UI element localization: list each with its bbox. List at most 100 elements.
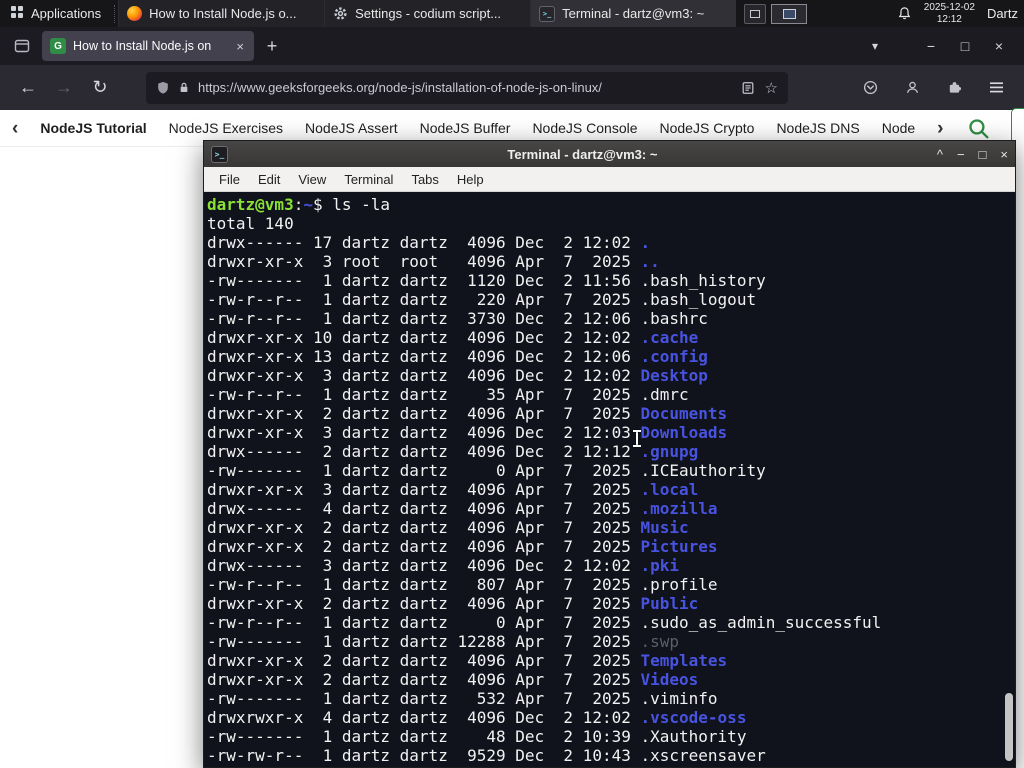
menu-tabs[interactable]: Tabs xyxy=(402,172,447,187)
terminal-listing-line: -rw-r--r-- 1 dartz dartz 35 Apr 7 2025 .… xyxy=(207,385,689,404)
notification-bell-icon[interactable] xyxy=(897,6,912,21)
terminal-listing-line: drwxr-xr-x 2 dartz dartz 4096 Apr 7 2025… xyxy=(207,651,728,670)
firefox-view-icon xyxy=(14,39,30,53)
tab-title: How to Install Node.js on xyxy=(73,39,212,53)
terminal-listing-line: -rw-r--r-- 1 dartz dartz 807 Apr 7 2025 … xyxy=(207,575,718,594)
task-button-settings[interactable]: Settings - codium script... xyxy=(324,0,531,27)
terminal-listing-line: -rw-r--r-- 1 dartz dartz 220 Apr 7 2025 … xyxy=(207,290,757,309)
lock-icon[interactable] xyxy=(178,80,190,95)
panel-user-menu[interactable]: Dartz xyxy=(987,6,1018,21)
task-title: Terminal - dartz@vm3: ~ xyxy=(562,6,705,21)
terminal-total-line: total 140 xyxy=(207,214,294,233)
url-bar-actions: ☆ xyxy=(741,79,778,97)
terminal-scrollbar[interactable] xyxy=(1004,194,1014,765)
terminal-window: >_ Terminal - dartz@vm3: ~ ^ − □ × File … xyxy=(203,140,1016,768)
nav-link-nodejs-dns[interactable]: NodeJS DNS xyxy=(776,120,859,136)
menu-file[interactable]: File xyxy=(210,172,249,187)
terminal-listing-line: drwxr-xr-x 2 dartz dartz 4096 Apr 7 2025… xyxy=(207,518,689,537)
terminal-listing-line: drwxr-xr-x 3 dartz dartz 4096 Dec 2 12:0… xyxy=(207,366,708,385)
taskbar: How to Install Node.js o... Settings - c… xyxy=(118,0,737,27)
tab-close-button[interactable]: × xyxy=(234,39,246,54)
terminal-shade-button[interactable]: ^ xyxy=(937,147,943,162)
terminal-scrollbar-thumb[interactable] xyxy=(1005,693,1013,761)
tracking-shield-icon[interactable] xyxy=(156,80,170,95)
tray-icon-glyph xyxy=(750,9,761,18)
toolbar-right-icons xyxy=(852,72,1014,104)
terminal-maximize-button[interactable]: □ xyxy=(979,147,987,162)
browser-minimize-button[interactable]: − xyxy=(914,31,948,61)
terminal-screen[interactable]: dartz@vm3:~$ ls -la total 140 drwx------ 1… xyxy=(204,192,1015,767)
site-search-icon[interactable] xyxy=(966,116,991,141)
panel-status-area: 2025-12-02 12:12 Dartz xyxy=(897,2,1024,26)
terminal-output: dartz@vm3:~$ ls -la total 140 drwx------ 1… xyxy=(207,195,1015,765)
browser-close-button[interactable]: × xyxy=(982,31,1016,61)
task-title: How to Install Node.js o... xyxy=(149,6,297,21)
browser-tab-bar: G How to Install Node.js on × + ▾ − □ × xyxy=(0,27,1024,65)
terminal-titlebar-icon: >_ xyxy=(211,145,228,163)
tray-icon[interactable] xyxy=(744,3,767,24)
clock-time: 12:12 xyxy=(936,13,962,25)
url-text: https://www.geeksforgeeks.org/node-js/in… xyxy=(198,80,602,95)
terminal-window-controls: ^ − □ × xyxy=(937,147,1008,162)
nav-link-nodejs-exercises[interactable]: NodeJS Exercises xyxy=(169,120,283,136)
forward-button[interactable]: → xyxy=(46,72,82,104)
browser-tab[interactable]: G How to Install Node.js on × xyxy=(42,31,254,61)
nav-link-nodejs-tutorial[interactable]: NodeJS Tutorial xyxy=(40,120,146,136)
terminal-prompt-line: dartz@vm3:~$ ls -la xyxy=(207,195,391,214)
task-button-terminal[interactable]: >_ Terminal - dartz@vm3: ~ xyxy=(530,0,737,27)
menu-edit[interactable]: Edit xyxy=(249,172,289,187)
nav-link-nodejs-crypto[interactable]: NodeJS Crypto xyxy=(660,120,755,136)
panel-separator xyxy=(114,4,116,23)
terminal-titlebar[interactable]: >_ Terminal - dartz@vm3: ~ ^ − □ × xyxy=(204,141,1015,167)
nav-link-node-partial[interactable]: Node xyxy=(882,120,915,136)
bookmark-star-icon[interactable]: ☆ xyxy=(765,79,778,97)
extensions-puzzle-icon[interactable] xyxy=(936,72,972,104)
nav-scroll-right-icon[interactable]: › xyxy=(937,119,943,138)
terminal-minimize-button[interactable]: − xyxy=(957,147,965,162)
browser-toolbar: ← → ↻ https://www.geeksforgeeks.org/node… xyxy=(0,65,1024,110)
nav-link-nodejs-assert[interactable]: NodeJS Assert xyxy=(305,120,398,136)
task-title: Settings - codium script... xyxy=(355,6,502,21)
terminal-listing-line: drwxr-xr-x 2 dartz dartz 4096 Apr 7 2025… xyxy=(207,537,718,556)
applications-label: Applications xyxy=(31,6,102,21)
list-all-tabs-button[interactable]: ▾ xyxy=(862,39,888,53)
menu-view[interactable]: View xyxy=(289,172,335,187)
terminal-icon: >_ xyxy=(539,5,556,22)
applications-menu-button[interactable]: Applications xyxy=(0,0,111,27)
reload-button[interactable]: ↻ xyxy=(82,72,118,104)
pocket-icon[interactable] xyxy=(852,72,888,104)
terminal-close-button[interactable]: × xyxy=(1000,147,1008,162)
terminal-listing-line: -rw-r--r-- 1 dartz dartz 0 Apr 7 2025 .s… xyxy=(207,613,882,632)
task-button-browser[interactable]: How to Install Node.js o... xyxy=(118,0,325,27)
url-bar[interactable]: https://www.geeksforgeeks.org/node-js/in… xyxy=(146,71,788,104)
workspace-pager[interactable] xyxy=(771,3,808,24)
applications-icon xyxy=(10,5,24,22)
terminal-listing-line: -rw------- 1 dartz dartz 0 Apr 7 2025 .I… xyxy=(207,461,766,480)
terminal-listing-line: drwx------ 3 dartz dartz 4096 Dec 2 12:0… xyxy=(207,556,680,575)
menu-terminal[interactable]: Terminal xyxy=(335,172,402,187)
browser-maximize-button[interactable]: □ xyxy=(948,31,982,61)
nav-link-nodejs-buffer[interactable]: NodeJS Buffer xyxy=(420,120,511,136)
terminal-listing-line: drwx------ 17 dartz dartz 4096 Dec 2 12:… xyxy=(207,233,651,252)
terminal-listing-line: -rw------- 1 dartz dartz 1120 Dec 2 11:5… xyxy=(207,271,766,290)
top-panel: Applications How to Install Node.js o...… xyxy=(0,0,1024,27)
back-button[interactable]: ← xyxy=(10,72,46,104)
terminal-menubar: File Edit View Terminal Tabs Help xyxy=(204,167,1015,192)
nav-scroll-left-icon[interactable]: ‹ xyxy=(12,119,18,138)
terminal-listing-line: drwxr-xr-x 10 dartz dartz 4096 Dec 2 12:… xyxy=(207,328,699,347)
new-tab-button[interactable]: + xyxy=(258,32,286,60)
hamburger-menu-icon[interactable] xyxy=(978,72,1014,104)
terminal-listing-line: -rw-r--r-- 1 dartz dartz 3730 Dec 2 12:0… xyxy=(207,309,708,328)
terminal-listing-line: drwxr-xr-x 3 root root 4096 Apr 7 2025 .… xyxy=(207,252,660,271)
terminal-listing-line: drwxr-xr-x 3 dartz dartz 4096 Dec 2 12:0… xyxy=(207,423,728,442)
panel-clock[interactable]: 2025-12-02 12:12 xyxy=(924,2,975,26)
terminal-listing-line: drwxr-xr-x 3 dartz dartz 4096 Apr 7 2025… xyxy=(207,480,699,499)
browser-window-controls: − □ × xyxy=(914,31,1016,61)
account-icon[interactable] xyxy=(894,72,930,104)
reader-view-icon[interactable] xyxy=(741,81,755,95)
menu-help[interactable]: Help xyxy=(448,172,493,187)
terminal-listing-line: drwxr-xr-x 2 dartz dartz 4096 Apr 7 2025… xyxy=(207,404,728,423)
nav-link-nodejs-console[interactable]: NodeJS Console xyxy=(532,120,637,136)
firefox-view-button[interactable] xyxy=(8,32,36,60)
terminal-listing-line: drwx------ 4 dartz dartz 4096 Apr 7 2025… xyxy=(207,499,718,518)
